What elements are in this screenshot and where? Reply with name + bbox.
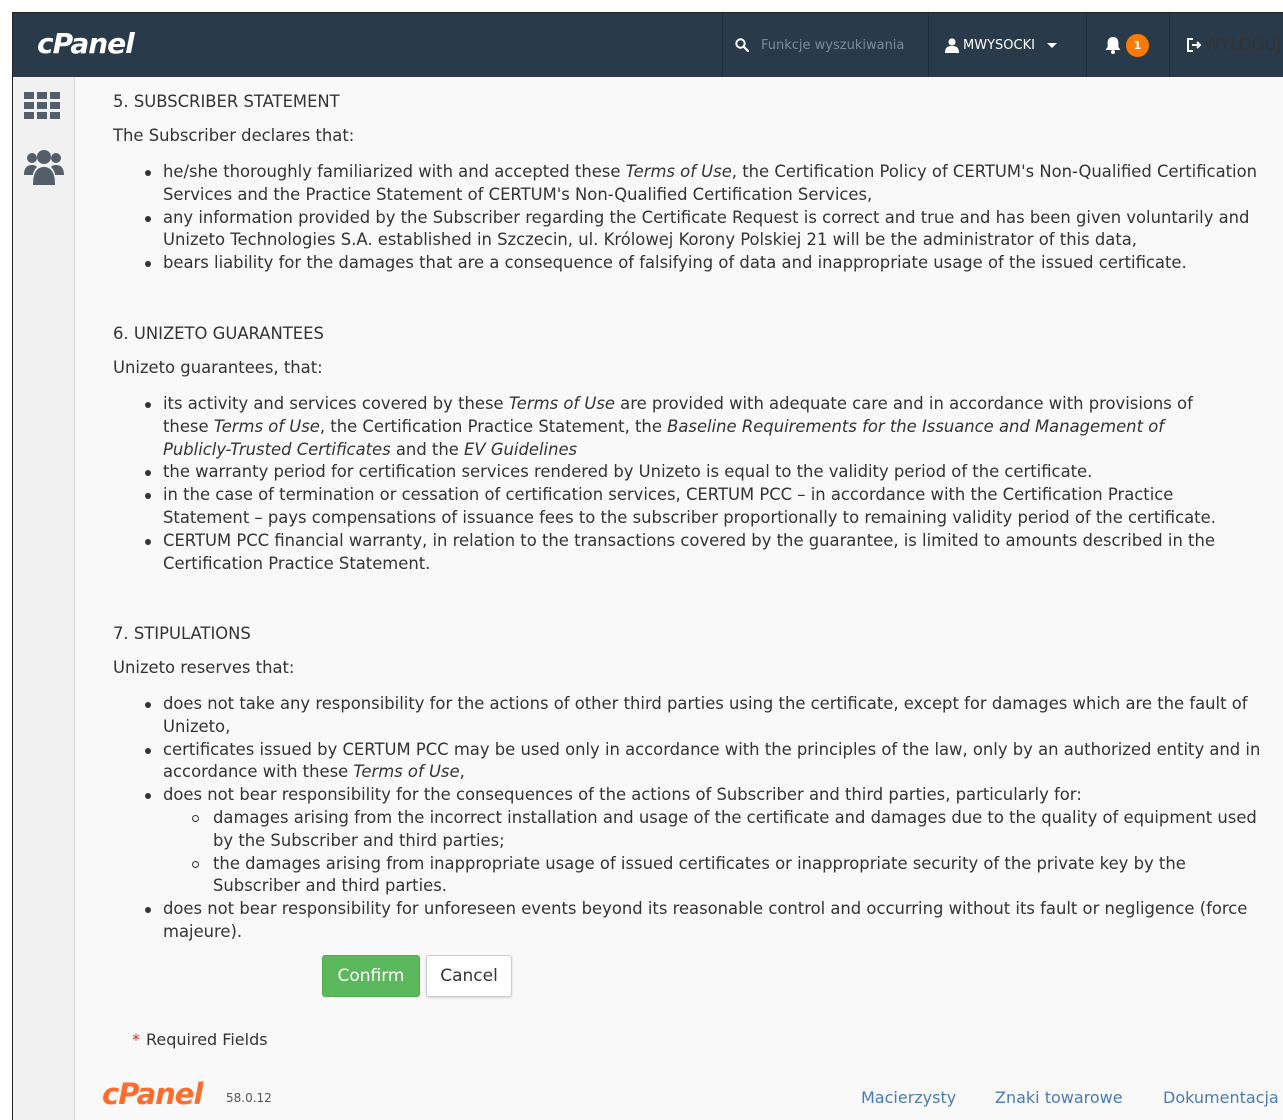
- list-item: does not bear responsibility for unfores…: [113, 898, 1263, 944]
- chevron-down-icon: [1046, 42, 1057, 48]
- sign-out-icon: [1187, 38, 1202, 52]
- search-icon: [735, 38, 749, 52]
- footer-link-home[interactable]: Macierzysty: [861, 1087, 956, 1110]
- section-title: 5. SUBSCRIBER STATEMENT: [113, 92, 340, 111]
- section-intro: Unizeto reserves that:: [113, 658, 295, 677]
- top-navbar: cPanel MWYSOCKI 1: [13, 13, 1283, 77]
- list-item: does not bear responsibility for the con…: [113, 784, 1263, 898]
- users-icon: [24, 150, 64, 185]
- username: MWYSOCKI: [963, 37, 1035, 53]
- sub-list-item: damages arising from the incorrect insta…: [163, 807, 1263, 853]
- footer-link-documentation[interactable]: Dokumentacja: [1163, 1087, 1279, 1110]
- sidebar-item-home[interactable]: [24, 92, 60, 124]
- section-intro: The Subscriber declares that:: [113, 126, 355, 145]
- version-label: 58.0.12: [226, 1091, 272, 1105]
- bell-icon: [1105, 37, 1121, 54]
- section-title: 6. UNIZETO GUARANTEES: [113, 324, 324, 343]
- list-item: does not take any responsibility for the…: [113, 693, 1263, 739]
- logout-button[interactable]: WYLOGUJ: [1170, 13, 1283, 77]
- notification-count-badge: 1: [1126, 33, 1149, 57]
- list-item: its activity and services covered by the…: [113, 393, 1223, 461]
- list-item: in the case of termination or cessation …: [113, 484, 1223, 530]
- main-content: 5. SUBSCRIBER STATEMENT The Subscriber d…: [76, 77, 1283, 1120]
- section-intro: Unizeto guarantees, that:: [113, 358, 323, 377]
- sidebar-item-users[interactable]: [24, 149, 64, 189]
- required-star: *: [132, 1030, 140, 1049]
- bullet-list: its activity and services covered by the…: [113, 393, 1223, 575]
- sub-list: damages arising from the incorrect insta…: [163, 807, 1263, 898]
- cancel-button[interactable]: Cancel: [426, 955, 512, 997]
- user-icon: [945, 37, 959, 53]
- sub-list-item: the damages arising from inappropriate u…: [163, 853, 1263, 899]
- search-box[interactable]: [723, 13, 928, 77]
- required-fields-note: * Required Fields: [132, 1030, 268, 1049]
- logout-label: WYLOGUJ: [1204, 34, 1282, 54]
- notifications-button[interactable]: 1: [1087, 13, 1169, 77]
- list-item: certificates issued by CERTUM PCC may be…: [113, 739, 1263, 785]
- list-item: any information provided by the Subscrib…: [113, 207, 1263, 253]
- section-title: 7. STIPULATIONS: [113, 624, 251, 643]
- user-menu[interactable]: MWYSOCKI: [929, 13, 1086, 77]
- list-item: the warranty period for certification se…: [113, 461, 1223, 484]
- cpanel-logo[interactable]: cPanel: [37, 27, 135, 60]
- footer-cpanel-logo[interactable]: cPanel: [102, 1077, 203, 1111]
- confirm-button[interactable]: Confirm: [322, 955, 420, 997]
- grid-icon: [24, 92, 60, 119]
- list-item: CERTUM PCC financial warranty, in relati…: [113, 530, 1223, 576]
- sidebar: [13, 77, 75, 1120]
- bullet-list: he/she thoroughly familiarized with and …: [113, 161, 1263, 275]
- browser-viewport: cPanel MWYSOCKI 1: [12, 12, 1283, 1120]
- list-item: he/she thoroughly familiarized with and …: [113, 161, 1263, 207]
- footer-link-trademarks[interactable]: Znaki towarowe: [995, 1087, 1123, 1110]
- search-input[interactable]: [761, 37, 911, 53]
- bullet-list: does not take any responsibility for the…: [113, 693, 1263, 944]
- list-item: bears liability for the damages that are…: [113, 252, 1263, 275]
